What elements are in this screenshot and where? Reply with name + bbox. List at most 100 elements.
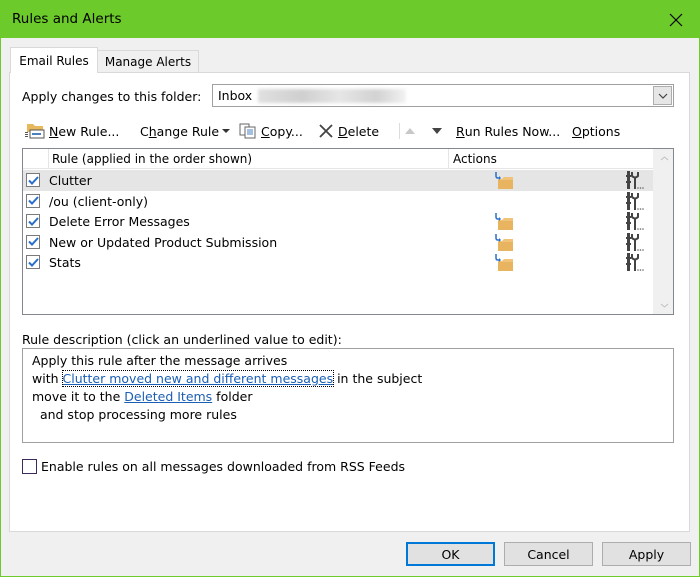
dropdown-button[interactable] <box>653 86 672 105</box>
rules-list: Rule (applied in the order shown) Action… <box>22 148 674 315</box>
tab-manage-alerts[interactable]: Manage Alerts <box>98 50 199 73</box>
description-line-1: Apply this rule after the message arrive… <box>32 353 288 368</box>
run-rules-label-key: R <box>456 123 465 139</box>
checkmark-icon <box>27 196 39 206</box>
rule-enabled-checkbox[interactable] <box>26 234 40 249</box>
checkmark-icon <box>27 237 39 247</box>
rule-name: Delete Error Messages <box>49 214 190 230</box>
delete-button[interactable]: Delete <box>318 120 379 142</box>
action-move-icon <box>493 253 515 272</box>
rule-description-label: Rule description (click an underlined va… <box>22 332 342 347</box>
rule-enabled-checkbox[interactable] <box>26 193 40 208</box>
rule-row[interactable]: Stats <box>23 252 653 273</box>
rule-row[interactable]: Clutter <box>23 170 653 191</box>
rule-settings-icon <box>626 212 644 231</box>
rule-options-icon[interactable] <box>621 252 645 272</box>
options-button[interactable]: Options <box>572 120 620 142</box>
description-line-2: with Clutter moved new and different mes… <box>32 370 422 387</box>
dropdown-arrow-icon <box>222 128 231 133</box>
rule-options-icon[interactable] <box>621 191 645 211</box>
ok-button[interactable]: OK <box>406 542 495 566</box>
checkbox[interactable] <box>22 459 37 474</box>
rule-row[interactable]: /ou (client-only) <box>23 191 653 212</box>
checkmark-icon <box>27 217 39 226</box>
rule-options-icon[interactable] <box>621 232 645 252</box>
description-text: folder <box>212 389 253 404</box>
chevron-up-icon <box>660 155 668 160</box>
rss-rules-label: Enable rules on all messages downloaded … <box>41 459 406 474</box>
rule-settings-icon <box>626 232 644 251</box>
apply-button[interactable]: Apply <box>602 542 691 566</box>
folder-dropdown[interactable]: Inbox <box>212 84 674 107</box>
close-icon <box>669 13 683 26</box>
rule-settings-icon <box>626 191 644 210</box>
triangle-up-icon <box>405 128 415 134</box>
rule-options-icon[interactable] <box>621 211 645 231</box>
copy-icon <box>239 123 256 139</box>
run-rules-label-post: un Rules Now... <box>464 123 561 139</box>
action-move-icon <box>493 233 515 251</box>
change-rule-label-post: ange Rule <box>156 123 220 139</box>
move-down-button[interactable] <box>431 120 443 142</box>
title-bar: Rules and Alerts <box>1 1 699 38</box>
rule-enabled-checkbox[interactable] <box>26 214 40 229</box>
rule-row[interactable]: New or Updated Product Submission <box>23 232 653 253</box>
move-to-folder-icon <box>495 254 513 272</box>
list-header: Rule (applied in the order shown) Action… <box>23 149 653 169</box>
action-move-icon <box>493 171 515 189</box>
new-rule-button[interactable]: New Rule... <box>24 120 119 142</box>
move-to-folder-icon <box>495 213 513 231</box>
copy-button[interactable]: Copy... <box>239 120 303 142</box>
rules-toolbar: New Rule... Ch ange Rule Copy... D elete… <box>24 120 664 142</box>
scroll-down-button[interactable] <box>654 296 674 314</box>
new-rule-label-key: N <box>49 123 59 139</box>
chevron-down-icon <box>658 93 667 99</box>
description-line-4: and stop processing more rules <box>32 407 237 422</box>
subject-words-link[interactable]: Clutter moved new and different messages <box>61 370 335 387</box>
rule-settings-icon <box>626 253 644 272</box>
rule-name: Stats <box>49 255 81 271</box>
change-rule-button[interactable]: Ch ange Rule <box>140 120 231 142</box>
rules-rows: Clutter/ou (client-only) Delete Error Mes… <box>23 170 653 273</box>
action-move-icon <box>493 212 515 231</box>
delete-x-icon <box>319 124 333 138</box>
tab-email-rules[interactable]: Email Rules <box>10 47 98 73</box>
rule-options-icon[interactable] <box>621 170 645 190</box>
deleted-items-link[interactable]: Deleted Items <box>124 389 212 404</box>
toolbar-separator <box>399 123 400 139</box>
dialog-title: Rules and Alerts <box>12 11 122 27</box>
move-up-button[interactable] <box>404 120 416 142</box>
description-line-3: move it to the Deleted Items folder <box>32 389 252 404</box>
scroll-up-button[interactable] <box>654 149 674 167</box>
close-button[interactable] <box>653 1 699 38</box>
new-rule-icon <box>25 124 45 139</box>
rss-rules-checkbox[interactable]: Enable rules on all messages downloaded … <box>22 459 405 474</box>
rules-and-alerts-dialog: Rules and Alerts Email Rules Manage Aler… <box>0 0 700 577</box>
rule-name: Clutter <box>49 173 92 188</box>
column-header-rule[interactable]: Rule (applied in the order shown) <box>48 149 448 169</box>
move-to-folder-icon <box>495 172 513 189</box>
rule-name: New or Updated Product Submission <box>49 234 278 250</box>
delete-label-post: elete <box>347 123 380 139</box>
description-text: with <box>32 371 63 386</box>
rule-enabled-checkbox[interactable] <box>26 173 40 187</box>
email-rules-panel: Apply changes to this folder: Inbox N ew… <box>9 72 690 532</box>
column-header-actions[interactable]: Actions <box>448 149 653 169</box>
options-label-key: O <box>572 123 582 139</box>
cancel-button[interactable]: Cancel <box>504 542 593 566</box>
options-label-post: ptions <box>581 123 621 139</box>
rule-settings-icon <box>626 171 644 189</box>
change-rule-label-key: h <box>148 123 157 139</box>
rule-description-box: Apply this rule after the message arrive… <box>22 348 674 443</box>
rule-enabled-checkbox[interactable] <box>26 255 40 270</box>
run-rules-now-button[interactable]: Run Rules Now... <box>456 120 560 142</box>
triangle-down-icon <box>432 128 442 134</box>
rule-row[interactable]: Delete Error Messages <box>23 211 653 232</box>
vertical-scrollbar[interactable] <box>653 149 673 314</box>
move-to-folder-icon <box>495 233 513 251</box>
folder-label: Apply changes to this folder: <box>22 89 202 104</box>
checkmark-icon <box>27 175 39 185</box>
copy-label-key: C <box>261 123 270 139</box>
chevron-down-icon <box>660 303 668 308</box>
copy-label-post: opy... <box>269 123 303 139</box>
